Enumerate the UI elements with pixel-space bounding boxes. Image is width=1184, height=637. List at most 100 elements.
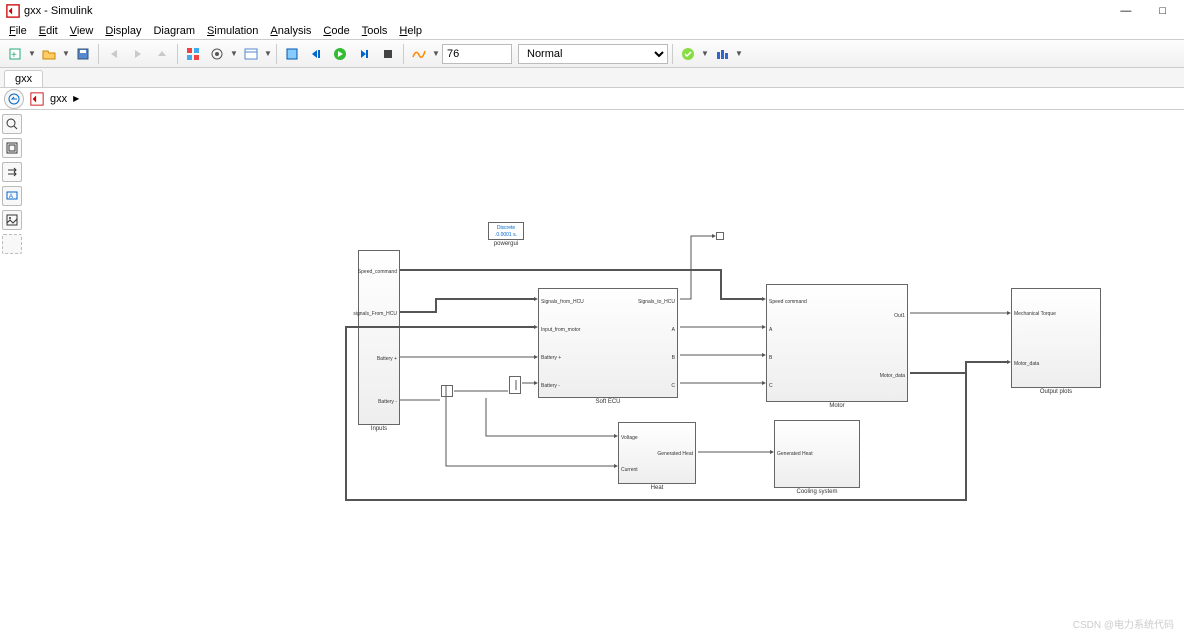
block-selector-1[interactable] <box>441 385 453 397</box>
titlebar: gxx - Simulink — □ <box>0 0 1184 22</box>
soft-ecu-label: Soft ECU <box>538 399 678 405</box>
stop-button[interactable] <box>377 43 399 65</box>
motor-out-data: Motor_data <box>880 373 905 379</box>
stoptime-input[interactable] <box>442 44 512 64</box>
crumb-root[interactable]: gxx <box>50 93 67 105</box>
output-in-data: Motor_data <box>1014 361 1039 367</box>
tab-gxx[interactable]: gxx <box>4 70 43 87</box>
ecu-in-batt-plus: Battery + <box>541 355 561 361</box>
cooling-in: Generated Heat <box>777 451 813 457</box>
block-inputs[interactable]: Speed_command signals_From_HCU Battery +… <box>358 250 400 425</box>
heat-out: Generated Heat <box>657 451 693 457</box>
zoom-icon[interactable] <box>2 114 22 134</box>
toolbar: + ▼ ▼ ▼ ▼ ▼ Normal ▼ ▼ <box>0 40 1184 68</box>
run-button[interactable] <box>329 43 351 65</box>
step-forward-button[interactable] <box>353 43 375 65</box>
canvas[interactable]: Discrete .0.0001 s. powergui Speed_comma… <box>26 110 1184 637</box>
menubar: File Edit View Display Diagram Simulatio… <box>0 22 1184 40</box>
new-model-button[interactable]: + <box>4 43 26 65</box>
motor-in-a: A <box>769 327 772 333</box>
ecu-out-b: B <box>672 355 675 361</box>
menu-diagram[interactable]: Diagram <box>150 25 198 37</box>
svg-text:A: A <box>9 194 13 200</box>
port-speed-command: Speed_command <box>358 269 397 275</box>
explorer-dropdown-icon[interactable]: ▼ <box>264 49 272 58</box>
record-button[interactable] <box>408 43 430 65</box>
nav-history-icon[interactable] <box>4 89 24 109</box>
powergui-line1: Discrete <box>489 223 523 232</box>
block-motor[interactable]: Speed command A B C Out1 Motor_data <box>766 284 908 402</box>
image-icon[interactable] <box>2 210 22 230</box>
window-title: gxx - Simulink <box>24 5 92 17</box>
ecu-out-a: A <box>672 327 675 333</box>
breadcrumb: gxx ▶ <box>0 88 1184 110</box>
crumb-sep-icon: ▶ <box>73 94 79 103</box>
open-dropdown-icon[interactable]: ▼ <box>62 49 70 58</box>
check-dropdown-icon[interactable]: ▼ <box>701 49 709 58</box>
block-selector-2[interactable] <box>509 376 521 394</box>
menu-tools[interactable]: Tools <box>359 25 391 37</box>
menu-view[interactable]: View <box>67 25 97 37</box>
motor-label: Motor <box>766 403 908 409</box>
block-output[interactable]: Mechanical Torque Motor_data <box>1011 288 1101 388</box>
output-label: Output plots <box>1011 389 1101 395</box>
model-config-button[interactable] <box>206 43 228 65</box>
up-button[interactable] <box>151 43 173 65</box>
window-buttons: — □ <box>1102 0 1184 22</box>
output-in-torque: Mechanical Torque <box>1014 311 1056 317</box>
record-dropdown-icon[interactable]: ▼ <box>432 49 440 58</box>
motor-in-speed: Speed command <box>769 299 807 305</box>
ecu-in-batt-minus: Battery - <box>541 383 560 389</box>
ecu-in-signals: Signals_from_HCU <box>541 299 584 305</box>
menu-analysis[interactable]: Analysis <box>267 25 314 37</box>
checkmark-button[interactable] <box>677 43 699 65</box>
build-dropdown-icon[interactable]: ▼ <box>735 49 743 58</box>
open-button[interactable] <box>38 43 60 65</box>
menu-simulation[interactable]: Simulation <box>204 25 261 37</box>
cooling-label: Cooling system <box>774 489 860 495</box>
config-dropdown-icon[interactable]: ▼ <box>230 49 238 58</box>
menu-code[interactable]: Code <box>320 25 352 37</box>
app-icon <box>6 4 20 18</box>
back-button[interactable] <box>103 43 125 65</box>
step-back-button[interactable] <box>305 43 327 65</box>
block-soft-ecu[interactable]: Signals_from_HCU Input_from_motor Batter… <box>538 288 678 398</box>
save-button[interactable] <box>72 43 94 65</box>
build-button[interactable] <box>711 43 733 65</box>
model-explorer-button[interactable] <box>240 43 262 65</box>
motor-out1: Out1 <box>894 313 905 319</box>
menu-file[interactable]: File <box>6 25 30 37</box>
tabrow: gxx <box>0 68 1184 88</box>
block-cooling[interactable]: Generated Heat <box>774 420 860 488</box>
library-browser-button[interactable] <box>182 43 204 65</box>
motor-in-b: B <box>769 355 772 361</box>
block-terminator[interactable] <box>716 232 724 240</box>
inputs-label: Inputs <box>358 426 400 432</box>
viewmark-icon[interactable] <box>2 234 22 254</box>
port-battery-plus: Battery + <box>377 356 397 362</box>
block-heat[interactable]: Voltage Current Generated Heat <box>618 422 696 484</box>
maximize-button[interactable]: □ <box>1159 5 1166 17</box>
block-powergui[interactable]: Discrete .0.0001 s. <box>488 222 524 240</box>
autoarrange-icon[interactable] <box>2 162 22 182</box>
ecu-in-motor: Input_from_motor <box>541 327 580 333</box>
menu-help[interactable]: Help <box>396 25 425 37</box>
heat-label: Heat <box>618 485 696 491</box>
fit-icon[interactable] <box>2 138 22 158</box>
port-battery-minus: Battery - <box>378 399 397 405</box>
powergui-line2: .0.0001 s. <box>489 232 523 238</box>
ecu-out-signals: Signals_to_HCU <box>638 299 675 305</box>
heat-in-voltage: Voltage <box>621 435 638 441</box>
new-dropdown-icon[interactable]: ▼ <box>28 49 36 58</box>
port-signals-from-hcu: signals_From_HCU <box>353 311 397 317</box>
motor-in-c: C <box>769 383 773 389</box>
fastrestart-button[interactable] <box>281 43 303 65</box>
simulation-mode-select[interactable]: Normal <box>518 44 668 64</box>
side-palette: A <box>0 110 26 258</box>
minimize-button[interactable]: — <box>1120 5 1131 17</box>
menu-display[interactable]: Display <box>102 25 144 37</box>
forward-button[interactable] <box>127 43 149 65</box>
annotation-icon[interactable]: A <box>2 186 22 206</box>
menu-edit[interactable]: Edit <box>36 25 61 37</box>
model-icon <box>30 92 44 106</box>
